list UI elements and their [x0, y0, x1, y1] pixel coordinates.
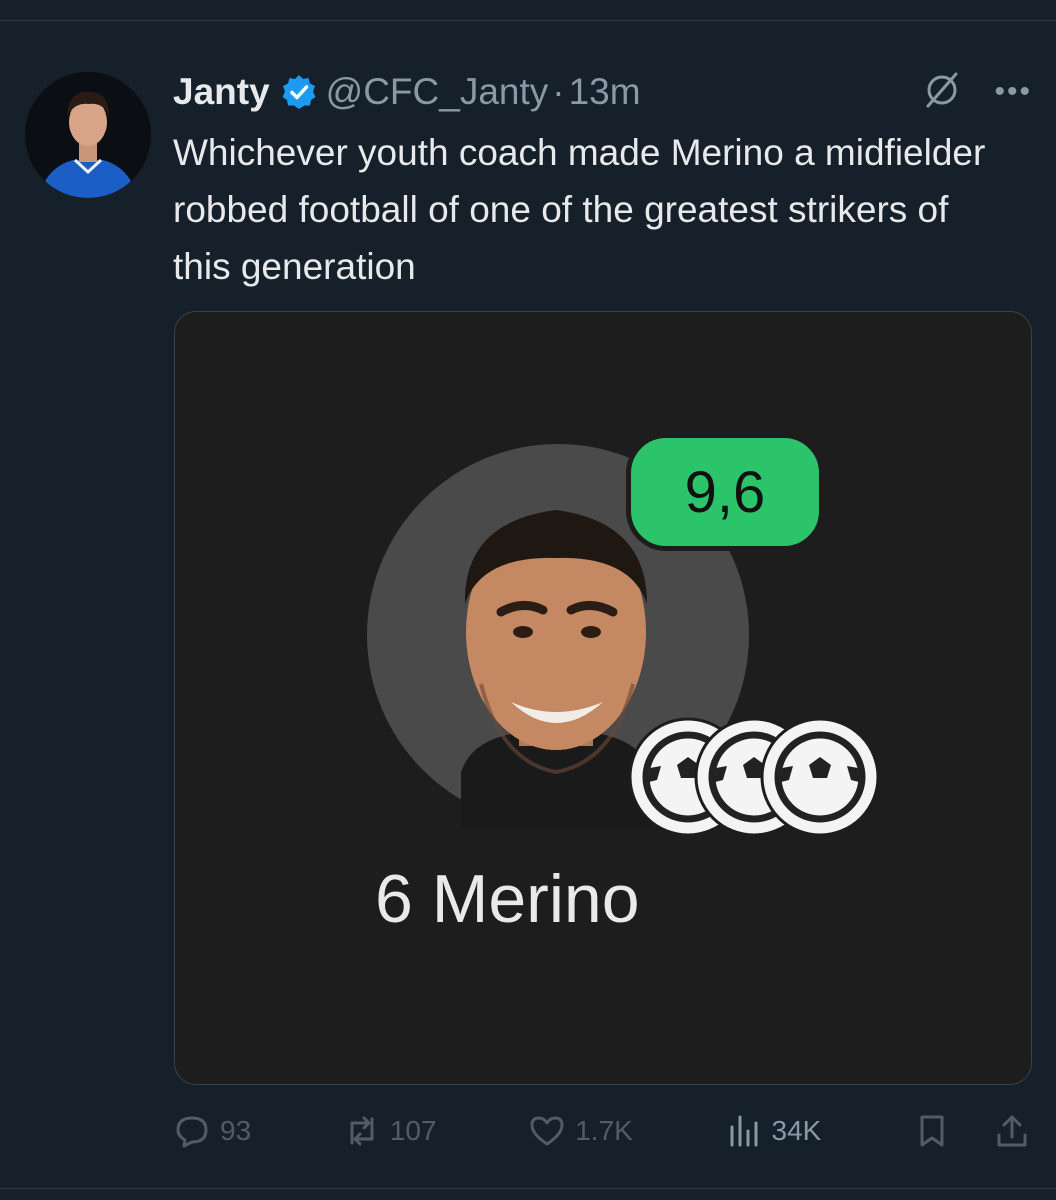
top-divider: [0, 20, 1056, 21]
separator-dot: ·: [552, 71, 565, 112]
timestamp[interactable]: 13m: [569, 71, 641, 113]
tweet-text: Whichever youth coach made Merino a midf…: [173, 132, 986, 287]
reply-button[interactable]: 93: [174, 1113, 251, 1149]
player-label: 6 Merino: [375, 861, 640, 937]
action-bar: 93 107 1.7K 34K: [174, 1108, 1030, 1154]
reply-icon: [176, 1116, 208, 1148]
avatar-image: [25, 72, 151, 198]
bottom-divider: [0, 1188, 1056, 1189]
like-icon: [530, 1116, 564, 1146]
repost-button[interactable]: 107: [344, 1113, 437, 1149]
more-icon[interactable]: •••: [994, 77, 1032, 107]
view-count: 34K: [771, 1115, 822, 1146]
bookmark-button[interactable]: [914, 1113, 950, 1149]
football-icon: [760, 717, 880, 837]
views-button[interactable]: 34K: [726, 1113, 822, 1149]
action-bar-right: [914, 1113, 1030, 1149]
like-button[interactable]: 1.7K: [529, 1113, 633, 1149]
share-icon: [997, 1115, 1027, 1147]
share-button[interactable]: [994, 1113, 1030, 1149]
reply-count: 93: [220, 1115, 252, 1146]
repost-count: 107: [389, 1115, 437, 1146]
header-actions: •••: [922, 70, 1032, 114]
avatar[interactable]: [25, 72, 151, 198]
tweet-header: Janty @CFC_Janty · 13m: [173, 70, 641, 114]
display-name[interactable]: Janty: [173, 71, 270, 113]
grok-icon[interactable]: [922, 70, 962, 115]
like-count: 1.7K: [575, 1115, 633, 1146]
views-icon: [730, 1115, 757, 1147]
user-handle[interactable]: @CFC_Janty: [326, 71, 549, 113]
repost-icon: [350, 1116, 374, 1146]
verified-badge-icon: [280, 73, 318, 111]
bookmark-icon: [920, 1115, 944, 1147]
tweet-media[interactable]: 9,6 6 Merino: [174, 311, 1032, 1085]
rating-badge: 9,6: [626, 433, 824, 551]
